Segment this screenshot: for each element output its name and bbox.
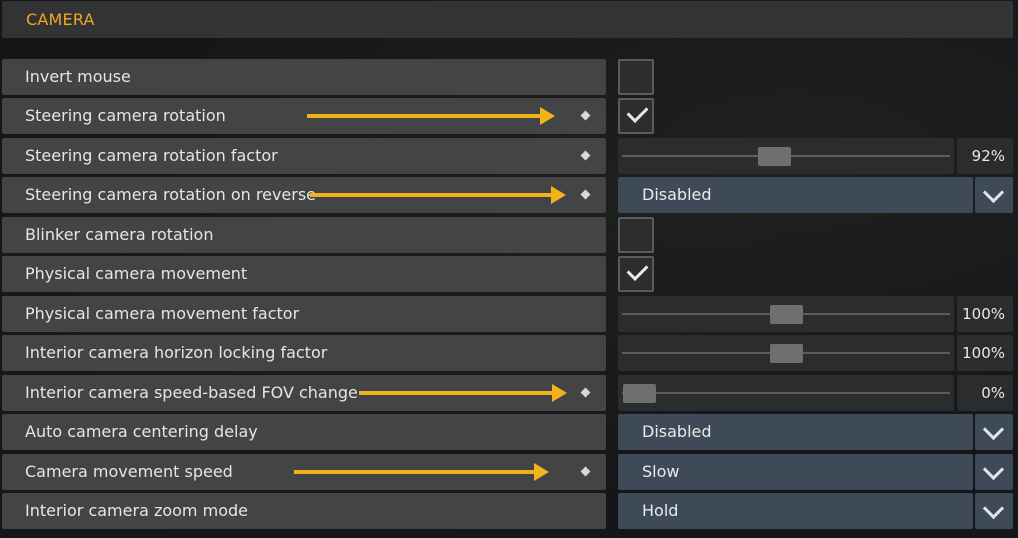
- chevron-down-icon: [982, 497, 1005, 520]
- setting-label: Camera movement speed: [25, 462, 233, 481]
- setting-label: Auto camera centering delay: [25, 422, 258, 441]
- setting-row: Interior camera speed-based FOV change 0%: [0, 375, 1018, 413]
- setting-label-box: Steering camera rotation factor: [2, 138, 606, 174]
- slider-value-box: 100%: [957, 335, 1013, 371]
- diamond-icon: [580, 466, 591, 477]
- setting-dropdown[interactable]: Disabled: [618, 414, 973, 450]
- setting-slider[interactable]: [618, 375, 954, 411]
- section-title: CAMERA: [26, 10, 95, 29]
- chevron-down-icon: [982, 418, 1005, 441]
- slider-handle[interactable]: [758, 147, 791, 166]
- setting-label: Steering camera rotation: [25, 106, 226, 125]
- setting-row: Steering camera rotation on reverse Disab…: [0, 177, 1018, 215]
- setting-slider[interactable]: [618, 335, 954, 371]
- setting-dropdown[interactable]: Slow: [618, 454, 973, 490]
- dropdown-toggle-button[interactable]: [975, 493, 1013, 529]
- setting-row: Physical camera movement: [0, 256, 1018, 294]
- slider-handle[interactable]: [770, 305, 803, 324]
- slider-handle[interactable]: [770, 344, 803, 363]
- setting-row: Camera movement speed Slow: [0, 454, 1018, 492]
- arrow-icon: [294, 463, 549, 481]
- diamond-icon: [580, 110, 591, 121]
- setting-label-box: Steering camera rotation: [2, 98, 606, 134]
- dropdown-value: Slow: [642, 462, 680, 481]
- setting-slider[interactable]: [618, 296, 954, 332]
- setting-row: Blinker camera rotation: [0, 217, 1018, 255]
- setting-row: Steering camera rotation: [0, 98, 1018, 136]
- setting-label-box: Physical camera movement factor: [2, 296, 606, 332]
- setting-dropdown[interactable]: Disabled: [618, 177, 973, 213]
- setting-label-box: Interior camera speed-based FOV change: [2, 375, 606, 411]
- arrow-icon: [359, 384, 567, 402]
- setting-checkbox[interactable]: [618, 256, 654, 292]
- slider-value: 92%: [971, 147, 1005, 165]
- setting-row: Interior camera zoom mode Hold: [0, 493, 1018, 531]
- setting-checkbox[interactable]: [618, 217, 654, 253]
- setting-label-box: Auto camera centering delay: [2, 414, 606, 450]
- check-icon: [626, 101, 649, 123]
- setting-label: Interior camera zoom mode: [25, 501, 248, 520]
- setting-label-box: Invert mouse: [2, 59, 606, 95]
- setting-label: Blinker camera rotation: [25, 225, 214, 244]
- setting-label-box: Blinker camera rotation: [2, 217, 606, 253]
- dropdown-toggle-button[interactable]: [975, 177, 1013, 213]
- setting-row: Steering camera rotation factor 92%: [0, 138, 1018, 176]
- diamond-icon: [580, 189, 591, 200]
- arrow-icon: [310, 186, 566, 204]
- setting-row: Physical camera movement factor 100%: [0, 296, 1018, 334]
- slider-value-box: 92%: [957, 138, 1013, 174]
- setting-dropdown[interactable]: Hold: [618, 493, 973, 529]
- slider-value: 100%: [962, 344, 1005, 362]
- slider-value: 100%: [962, 305, 1005, 323]
- check-icon: [626, 259, 649, 281]
- arrow-icon: [307, 107, 555, 125]
- setting-slider[interactable]: [618, 138, 954, 174]
- dropdown-value: Disabled: [642, 422, 712, 441]
- setting-label: Steering camera rotation on reverse: [25, 185, 317, 204]
- slider-handle[interactable]: [623, 384, 656, 403]
- setting-label: Physical camera movement factor: [25, 304, 300, 323]
- setting-row: Invert mouse: [0, 59, 1018, 97]
- setting-row: Interior camera horizon locking factor 10…: [0, 335, 1018, 373]
- setting-label: Steering camera rotation factor: [25, 146, 278, 165]
- slider-value-box: 100%: [957, 296, 1013, 332]
- setting-label: Interior camera horizon locking factor: [25, 343, 328, 362]
- setting-checkbox[interactable]: [618, 59, 654, 95]
- dropdown-toggle-button[interactable]: [975, 454, 1013, 490]
- setting-label-box: Steering camera rotation on reverse: [2, 177, 606, 213]
- slider-value-box: 0%: [957, 375, 1013, 411]
- setting-label-box: Camera movement speed: [2, 454, 606, 490]
- chevron-down-icon: [982, 458, 1005, 481]
- dropdown-value: Hold: [642, 501, 679, 520]
- setting-checkbox[interactable]: [618, 98, 654, 134]
- chevron-down-icon: [982, 181, 1005, 204]
- setting-label: Interior camera speed-based FOV change: [25, 383, 358, 402]
- diamond-icon: [580, 387, 591, 398]
- slider-track: [622, 392, 950, 394]
- setting-label: Invert mouse: [25, 67, 131, 86]
- setting-label-box: Interior camera horizon locking factor: [2, 335, 606, 371]
- setting-label-box: Physical camera movement: [2, 256, 606, 292]
- diamond-icon: [580, 150, 591, 161]
- setting-label-box: Interior camera zoom mode: [2, 493, 606, 529]
- slider-value: 0%: [981, 384, 1005, 402]
- setting-label: Physical camera movement: [25, 264, 248, 283]
- section-header: CAMERA: [2, 1, 1013, 38]
- dropdown-toggle-button[interactable]: [975, 414, 1013, 450]
- setting-row: Auto camera centering delay Disabled: [0, 414, 1018, 452]
- dropdown-value: Disabled: [642, 185, 712, 204]
